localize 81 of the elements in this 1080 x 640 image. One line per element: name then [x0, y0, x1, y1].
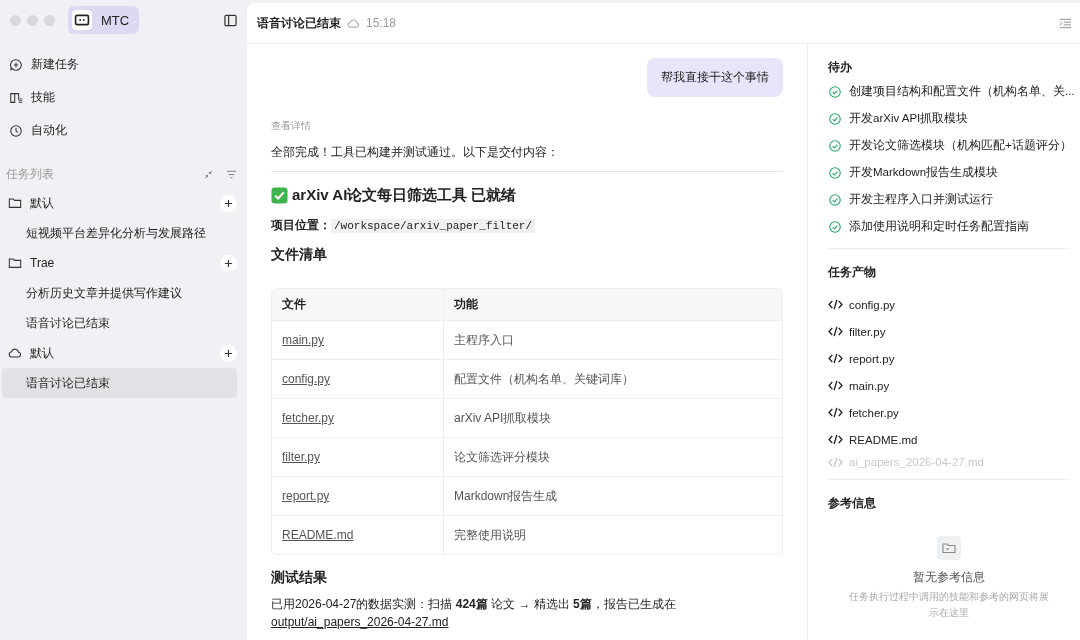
- file-link[interactable]: report.py: [282, 489, 330, 503]
- column-header: 功能: [453, 296, 479, 313]
- filter-icon[interactable]: [226, 168, 237, 180]
- artifact-item[interactable]: config.py: [828, 291, 1070, 318]
- section-title: 任务列表: [6, 165, 54, 183]
- clock-icon: [9, 123, 23, 138]
- plus-icon: [224, 258, 233, 268]
- code-icon: [828, 380, 843, 391]
- artifact-item[interactable]: fetcher.py: [828, 399, 1070, 426]
- folder-icon: [8, 196, 22, 210]
- empty-text: 任务执行过程中调用的技能和参考的网页将展示在这里: [849, 590, 1049, 620]
- todo-item: 创建项目结构和配置文件（机构名单、关...: [849, 84, 1075, 99]
- outline-icon[interactable]: [1059, 17, 1072, 29]
- todo-item: 开发Markdown报告生成模块: [849, 165, 999, 180]
- file-link[interactable]: fetcher.py: [282, 411, 335, 425]
- nav-item[interactable]: 新建任务: [2, 48, 237, 81]
- check-icon: [271, 187, 288, 204]
- section-heading: 测试结果: [271, 569, 328, 587]
- path-code: /workspace/arxiv_paper_filter/: [331, 218, 536, 233]
- column-header: 文件: [272, 289, 444, 320]
- folder-icon: [937, 536, 961, 560]
- code-icon: [828, 299, 843, 310]
- code-icon: [828, 353, 843, 364]
- app-badge[interactable]: MTC: [68, 6, 140, 34]
- panel-title: 参考信息: [828, 496, 877, 511]
- chat-plus-icon: [9, 57, 23, 72]
- panel-title: 任务产物: [828, 265, 877, 280]
- table-cell-text: arXiv API抓取模块: [453, 409, 553, 427]
- task-item[interactable]: 语音讨论已结束: [2, 308, 237, 338]
- todo-item: 开发arXiv API抓取模块: [849, 111, 969, 126]
- artifact-item[interactable]: README.md: [828, 426, 1070, 453]
- artifact-item[interactable]: filter.py: [828, 318, 1070, 345]
- code-icon: [828, 326, 843, 337]
- cloud-icon: [8, 346, 22, 360]
- section-heading: 文件清单: [271, 246, 328, 264]
- nav-item[interactable]: 技能: [2, 81, 237, 114]
- empty-title: 暂无参考信息: [913, 570, 985, 585]
- group-name[interactable]: 默认: [30, 194, 54, 212]
- group-name[interactable]: Trae: [30, 256, 55, 270]
- todo-item: 添加使用说明和定时任务配置指南: [849, 219, 1029, 234]
- table-cell-text: Markdown报告生成: [453, 487, 559, 505]
- file-link[interactable]: config.py: [282, 372, 331, 386]
- code-icon: [828, 407, 843, 418]
- location-label: 项目位置：: [271, 217, 331, 234]
- timestamp: 15:18: [366, 16, 397, 30]
- artifact-item[interactable]: report.py: [828, 345, 1070, 372]
- add-button[interactable]: [220, 194, 237, 212]
- sidebar-toggle-icon[interactable]: [224, 13, 237, 27]
- task-item[interactable]: 短视频平台差异化分析与发展路径: [2, 218, 237, 248]
- result-heading: arXiv AI论文每日筛选工具 已就绪: [292, 186, 517, 205]
- task-item[interactable]: 分析历史文章并提供写作建议: [2, 278, 237, 308]
- user-message: 帮我直接干这个事情: [647, 58, 783, 97]
- file-link[interactable]: README.md: [282, 528, 354, 542]
- add-button[interactable]: [220, 344, 237, 362]
- file-link[interactable]: output/ai_papers_2026-04-27.md: [271, 613, 449, 631]
- table-cell-text: 主程序入口: [453, 331, 515, 349]
- table-cell-text: 论文筛选评分模块: [453, 448, 551, 466]
- group-name[interactable]: 默认: [30, 344, 54, 362]
- screen-icon: [71, 9, 93, 31]
- table-cell-text: 配置文件（机构名单、关键词库）: [453, 370, 635, 388]
- add-button[interactable]: [220, 254, 237, 272]
- plus-icon: [224, 198, 233, 208]
- task-item[interactable]: 语音讨论已结束: [2, 368, 237, 398]
- collapse-icon[interactable]: [203, 168, 214, 180]
- table-cell-text: 完整使用说明: [453, 526, 527, 544]
- code-icon: [828, 434, 843, 445]
- artifact-item[interactable]: main.py: [828, 372, 1070, 399]
- folder-icon: [8, 256, 22, 270]
- book-icon: [9, 90, 23, 105]
- plus-icon: [224, 348, 233, 358]
- message-text: 已用2026-04-27的数据实测：扫描 424篇 论文 → 精选出 5篇，报告已生成在: [271, 596, 677, 613]
- panel-title: 待办: [828, 60, 853, 75]
- cloud-icon: [347, 16, 360, 30]
- code-icon: [828, 456, 843, 468]
- nav-item[interactable]: 自动化: [2, 114, 237, 147]
- todo-item: 开发论文筛选模块（机构匹配+话题评分）: [849, 138, 1072, 153]
- file-link[interactable]: main.py: [282, 333, 325, 347]
- file-link[interactable]: filter.py: [282, 450, 320, 464]
- todo-item: 开发主程序入口并测试运行: [849, 192, 993, 207]
- task-title: 语音讨论已结束: [257, 14, 341, 32]
- message-text: 全部完成！工具已构建并测试通过。以下是交付内容：: [271, 144, 560, 161]
